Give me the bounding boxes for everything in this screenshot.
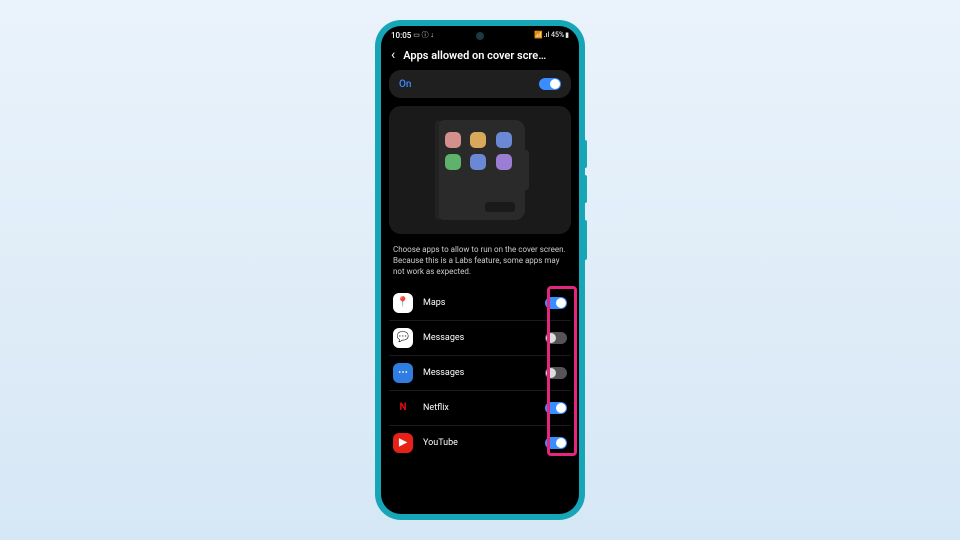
title-bar: ‹ Apps allowed on cover scre… [381, 42, 579, 70]
status-time: 10:05 [391, 31, 411, 40]
app-row-netflix[interactable]: N Netflix [389, 391, 571, 426]
youtube-icon: ▶ [393, 433, 413, 453]
maps-icon: 📍 [393, 293, 413, 313]
app-label: Maps [423, 298, 535, 308]
status-right: 📶 .ıl 45% ▮ [534, 31, 569, 39]
power-button[interactable] [585, 220, 587, 260]
app-toggle-messages[interactable] [545, 367, 567, 379]
phone-screen: 10:05 ▭ ⓘ ↓ 📶 .ıl 45% ▮ ‹ Apps allowed o… [381, 26, 579, 514]
camera-hole [476, 32, 484, 40]
app-label: Netflix [423, 403, 535, 413]
app-list: 📍 Maps 💬 Messages ⋯ Messages N Netflix ▶ YouTube [381, 286, 579, 460]
battery-text: .ıl 45% [544, 31, 564, 39]
app-row-messages[interactable]: 💬 Messages [389, 321, 571, 356]
netflix-icon: N [393, 398, 413, 418]
phone-frame: 10:05 ▭ ⓘ ↓ 📶 .ıl 45% ▮ ‹ Apps allowed o… [375, 20, 585, 520]
preview-device-icon [435, 120, 525, 220]
toggle-knob [556, 438, 566, 448]
app-row-youtube[interactable]: ▶ YouTube [389, 426, 571, 460]
master-toggle-row[interactable]: On [389, 70, 571, 98]
app-label: YouTube [423, 438, 535, 448]
toggle-knob [546, 333, 556, 343]
master-toggle-switch[interactable] [539, 78, 561, 90]
app-toggle-youtube[interactable] [545, 437, 567, 449]
preview-card [389, 106, 571, 234]
app-toggle-maps[interactable] [545, 297, 567, 309]
toggle-knob [556, 403, 566, 413]
app-label: Messages [423, 368, 535, 378]
volume-down-button[interactable] [585, 175, 587, 203]
messages-icon: 💬 [393, 328, 413, 348]
messages-icon: ⋯ [393, 363, 413, 383]
status-left-icons: ▭ ⓘ ↓ [413, 30, 434, 40]
battery-icon: ▮ [565, 31, 569, 39]
signal-icon: 📶 [534, 31, 543, 39]
status-left: 10:05 ▭ ⓘ ↓ [391, 30, 434, 40]
app-label: Messages [423, 333, 535, 343]
volume-up-button[interactable] [585, 140, 587, 168]
toggle-knob [550, 79, 560, 89]
app-toggle-messages[interactable] [545, 332, 567, 344]
description-text: Choose apps to allow to run on the cover… [381, 234, 579, 286]
app-toggle-netflix[interactable] [545, 402, 567, 414]
app-row-maps[interactable]: 📍 Maps [389, 286, 571, 321]
back-icon[interactable]: ‹ [391, 48, 395, 62]
toggle-knob [546, 368, 556, 378]
master-toggle-label: On [399, 79, 411, 90]
page-title: Apps allowed on cover scre… [403, 49, 569, 62]
toggle-knob [556, 298, 566, 308]
app-row-messages[interactable]: ⋯ Messages [389, 356, 571, 391]
